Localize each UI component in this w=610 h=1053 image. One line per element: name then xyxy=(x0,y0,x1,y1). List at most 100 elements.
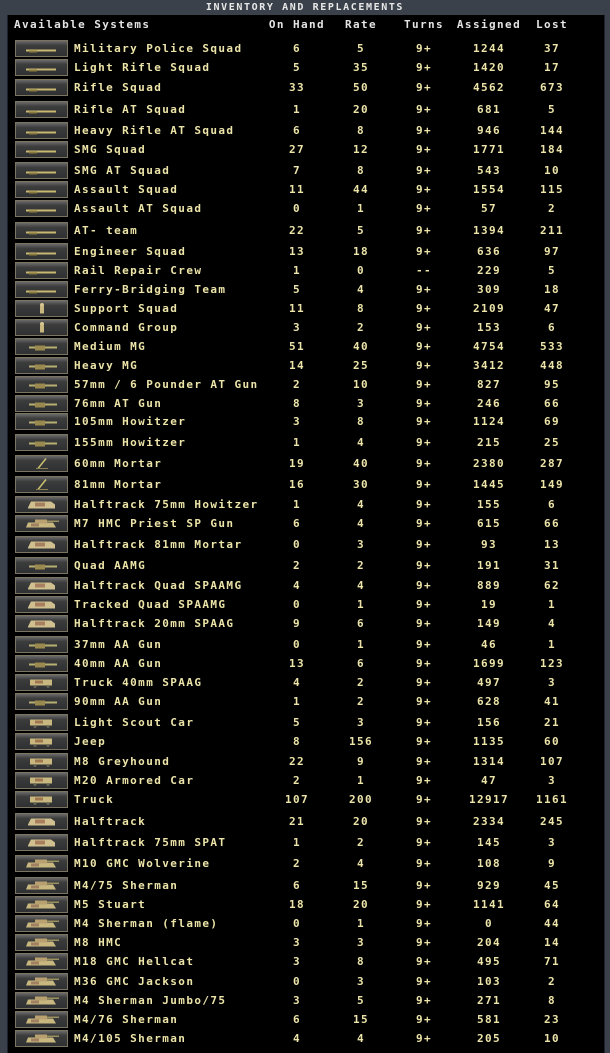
system-icon-button[interactable] xyxy=(15,934,68,951)
system-icon-button[interactable] xyxy=(15,515,68,532)
system-icon-button[interactable] xyxy=(15,557,68,574)
system-name[interactable]: AT- team xyxy=(74,225,138,237)
system-name[interactable]: M4/75 Sherman xyxy=(74,880,178,892)
system-name[interactable]: Truck 40mm SPAAG xyxy=(74,677,202,689)
system-name[interactable]: 105mm Howitzer xyxy=(74,416,186,428)
system-name[interactable]: 81mm Mortar xyxy=(74,479,162,491)
system-icon-button[interactable] xyxy=(15,834,68,851)
system-name[interactable]: Assault Squad xyxy=(74,184,178,196)
system-name[interactable]: 155mm Howitzer xyxy=(74,437,186,449)
system-icon-button[interactable] xyxy=(15,855,68,872)
system-icon-button[interactable] xyxy=(15,181,68,198)
system-name[interactable]: Rifle Squad xyxy=(74,82,162,94)
system-name[interactable]: Halftrack 81mm Mortar xyxy=(74,539,242,551)
system-icon-button[interactable] xyxy=(15,693,68,710)
system-name[interactable]: Assault AT Squad xyxy=(74,203,202,215)
system-name[interactable]: Military Police Squad xyxy=(74,43,242,55)
system-name[interactable]: 90mm AA Gun xyxy=(74,696,162,708)
system-icon-button[interactable] xyxy=(15,455,68,472)
system-name[interactable]: M4/105 Sherman xyxy=(74,1033,186,1045)
system-icon-button[interactable] xyxy=(15,915,68,932)
system-icon-button[interactable] xyxy=(15,496,68,513)
system-name[interactable]: Jeep xyxy=(74,736,106,748)
system-name[interactable]: Medium MG xyxy=(74,341,146,353)
system-icon-button[interactable] xyxy=(15,896,68,913)
system-icon-button[interactable] xyxy=(15,733,68,750)
system-icon-button[interactable] xyxy=(15,376,68,393)
system-name[interactable]: Light Scout Car xyxy=(74,717,194,729)
system-icon-button[interactable] xyxy=(15,141,68,158)
system-name[interactable]: Rail Repair Crew xyxy=(74,265,202,277)
system-name[interactable]: Halftrack xyxy=(74,816,146,828)
system-icon-button[interactable] xyxy=(15,200,68,217)
system-name[interactable]: Halftrack Quad SPAAMG xyxy=(74,580,242,592)
system-name[interactable]: M8 Greyhound xyxy=(74,756,170,768)
system-icon-button[interactable] xyxy=(15,655,68,672)
system-icon-button[interactable] xyxy=(15,40,68,57)
system-icon-button[interactable] xyxy=(15,674,68,691)
system-icon-button[interactable] xyxy=(15,243,68,260)
system-name[interactable]: M8 HMC xyxy=(74,937,122,949)
system-name[interactable]: Rifle AT Squad xyxy=(74,104,186,116)
system-name[interactable]: Light Rifle Squad xyxy=(74,62,210,74)
system-name[interactable]: 40mm AA Gun xyxy=(74,658,162,670)
system-name[interactable]: M7 HMC Priest SP Gun xyxy=(74,518,234,530)
system-icon-button[interactable] xyxy=(15,953,68,970)
system-icon-button[interactable] xyxy=(15,636,68,653)
system-icon-button[interactable] xyxy=(15,1011,68,1028)
system-icon-button[interactable] xyxy=(15,615,68,632)
system-name[interactable]: Heavy Rifle AT Squad xyxy=(74,125,234,137)
system-icon-button[interactable] xyxy=(15,395,68,412)
system-icon-button[interactable] xyxy=(15,79,68,96)
system-icon-button[interactable] xyxy=(15,1030,68,1047)
system-name[interactable]: SMG Squad xyxy=(74,144,146,156)
system-name[interactable]: Ferry-Bridging Team xyxy=(74,284,226,296)
system-name[interactable]: 76mm AT Gun xyxy=(74,398,162,410)
system-name[interactable]: M20 Armored Car xyxy=(74,775,194,787)
system-icon-button[interactable] xyxy=(15,753,68,770)
system-icon-button[interactable] xyxy=(15,222,68,239)
system-icon-button[interactable] xyxy=(15,101,68,118)
system-name[interactable]: 37mm AA Gun xyxy=(74,639,162,651)
system-icon-button[interactable] xyxy=(15,992,68,1009)
system-icon-button[interactable] xyxy=(15,300,68,317)
system-icon-button[interactable] xyxy=(15,262,68,279)
system-icon-button[interactable] xyxy=(15,281,68,298)
system-icon-button[interactable] xyxy=(15,973,68,990)
system-name[interactable]: Engineer Squad xyxy=(74,246,186,258)
system-name[interactable]: SMG AT Squad xyxy=(74,165,170,177)
system-name[interactable]: Heavy MG xyxy=(74,360,138,372)
system-icon-button[interactable] xyxy=(15,536,68,553)
system-icon-button[interactable] xyxy=(15,813,68,830)
system-name[interactable]: M4 Sherman (flame) xyxy=(74,918,218,930)
system-name[interactable]: Support Squad xyxy=(74,303,178,315)
system-name[interactable]: M4 Sherman Jumbo/75 xyxy=(74,995,226,1007)
system-name[interactable]: 60mm Mortar xyxy=(74,458,162,470)
system-name[interactable]: Tracked Quad SPAAMG xyxy=(74,599,226,611)
system-icon-button[interactable] xyxy=(15,413,68,430)
system-icon-button[interactable] xyxy=(15,162,68,179)
system-name[interactable]: Truck xyxy=(74,794,114,806)
system-name[interactable]: M36 GMC Jackson xyxy=(74,976,194,988)
system-icon-button[interactable] xyxy=(15,772,68,789)
system-name[interactable]: 57mm / 6 Pounder AT Gun xyxy=(74,379,259,391)
system-name[interactable]: M4/76 Sherman xyxy=(74,1014,178,1026)
system-name[interactable]: Quad AAMG xyxy=(74,560,146,572)
system-name[interactable]: Halftrack 75mm Howitzer xyxy=(74,499,259,511)
system-icon-button[interactable] xyxy=(15,877,68,894)
system-name[interactable]: Halftrack 75mm SPAT xyxy=(74,837,226,849)
system-name[interactable]: M5 Stuart xyxy=(74,899,146,911)
system-name[interactable]: Command Group xyxy=(74,322,178,334)
system-icon-button[interactable] xyxy=(15,59,68,76)
system-icon-button[interactable] xyxy=(15,596,68,613)
system-icon-button[interactable] xyxy=(15,791,68,808)
system-icon-button[interactable] xyxy=(15,476,68,493)
system-name[interactable]: M10 GMC Wolverine xyxy=(74,858,210,870)
system-name[interactable]: Halftrack 20mm SPAAG xyxy=(74,618,234,630)
system-icon-button[interactable] xyxy=(15,714,68,731)
system-icon-button[interactable] xyxy=(15,122,68,139)
system-icon-button[interactable] xyxy=(15,338,68,355)
system-icon-button[interactable] xyxy=(15,357,68,374)
system-icon-button[interactable] xyxy=(15,434,68,451)
system-icon-button[interactable] xyxy=(15,319,68,336)
